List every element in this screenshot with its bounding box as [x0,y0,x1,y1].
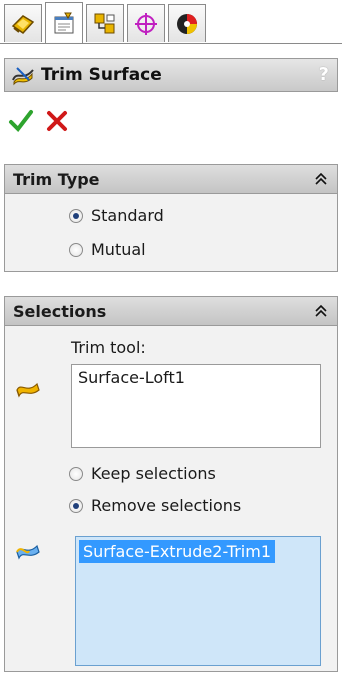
radio-mutual-label: Mutual [91,240,146,259]
collapse-chevron-icon[interactable] [313,171,329,187]
keep-selections-label: Keep selections [91,464,216,483]
trim-surface-icon [12,67,34,86]
tab-feature-manager[interactable] [4,4,42,42]
feature-title: Trim Surface [41,65,162,85]
tab-display-manager[interactable] [168,4,206,42]
feature-manager-icon [11,14,35,34]
property-manager-header: Trim Surface ? [4,58,338,92]
radio-standard-label: Standard [91,206,164,225]
pieces-listbox[interactable]: Surface-Extrude2-Trim1 [75,536,321,666]
help-button[interactable]: ? [319,64,329,85]
selections-header-label: Selections [13,301,107,321]
radio-keep-selections[interactable]: Keep selections [69,464,216,483]
cancel-x-icon[interactable] [46,110,68,132]
radio-standard[interactable]: Standard [69,206,164,225]
tab-bar-divider [0,43,342,44]
pieces-item-selected[interactable]: Surface-Extrude2-Trim1 [79,540,275,563]
ok-checkmark-icon[interactable] [8,108,34,134]
manager-tab-bar [0,0,342,44]
radio-button-checked[interactable] [69,208,83,223]
trim-type-header-label: Trim Type [13,169,100,189]
selections-group-body: Trim tool: Surface-Loft1 Keep selections… [4,326,338,672]
trim-tool-label: Trim tool: [71,338,146,357]
selections-group-header[interactable]: Selections [4,296,338,326]
display-manager-icon [177,13,197,34]
pieces-to-remove-icon [16,544,40,560]
trim-tool-surface-icon [16,382,40,398]
trim-tool-item[interactable]: Surface-Loft1 [72,365,320,390]
collapse-chevron-icon[interactable] [313,303,329,319]
dimxpert-crosshair-icon [135,12,157,35]
radio-button-unchecked[interactable] [69,242,83,257]
radio-mutual[interactable]: Mutual [69,240,146,259]
trim-type-group-header[interactable]: Trim Type [4,164,338,194]
radio-button-checked[interactable] [69,498,83,513]
radio-button-unchecked[interactable] [69,466,83,481]
configuration-manager-icon [94,13,115,33]
trim-type-group-body: Standard Mutual [4,194,338,272]
trim-tool-listbox[interactable]: Surface-Loft1 [71,364,321,448]
tab-property-manager[interactable] [45,2,83,44]
remove-selections-label: Remove selections [91,496,242,515]
tab-dimxpert-manager[interactable] [127,4,165,42]
tab-configuration-manager[interactable] [86,4,124,42]
radio-remove-selections[interactable]: Remove selections [69,496,241,515]
property-manager-icon [54,12,74,33]
